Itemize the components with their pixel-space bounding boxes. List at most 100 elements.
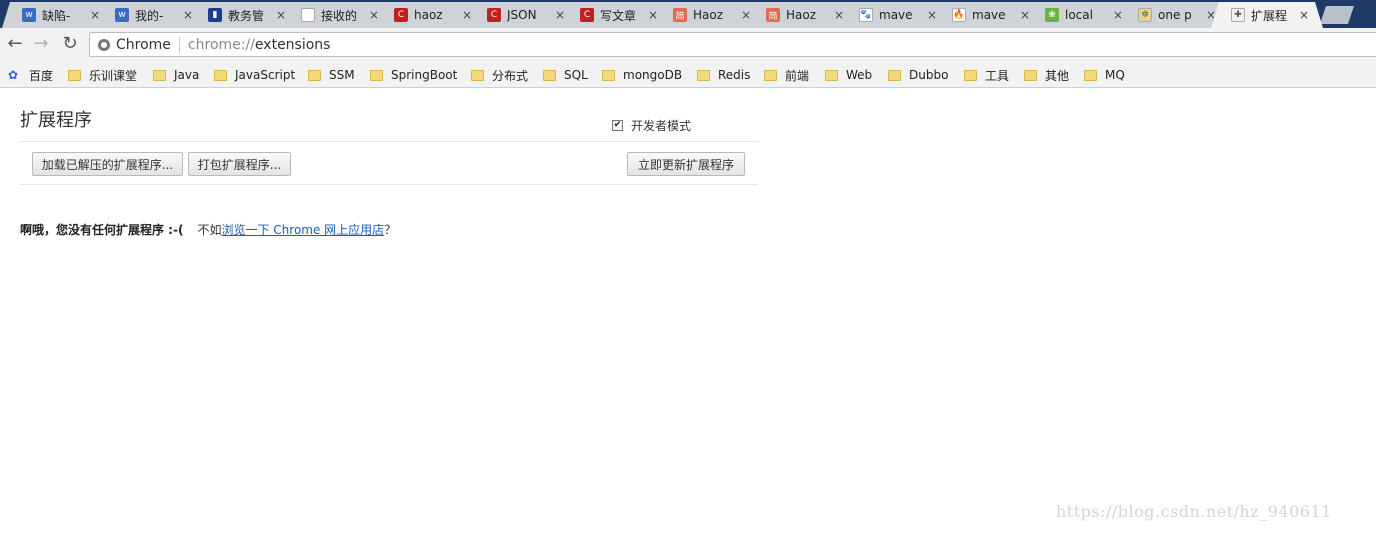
- tab-close-icon[interactable]: ×: [88, 8, 102, 22]
- tab-title: JSON: [507, 8, 537, 22]
- tab-close-icon[interactable]: ×: [739, 8, 753, 22]
- folder-icon: [964, 69, 977, 81]
- web-store-link[interactable]: 浏览一下 Chrome 网上应用店: [221, 221, 384, 238]
- bookmark-label: 分布式: [492, 68, 529, 83]
- pack-extension-button[interactable]: 打包扩展程序...: [188, 152, 291, 176]
- new-tab-button[interactable]: [1320, 6, 1354, 24]
- tab-13[interactable]: ✚ 扩展程 ×: [1211, 2, 1323, 28]
- tab-title: mave: [879, 8, 913, 22]
- folder-icon: [1084, 69, 1097, 81]
- no-extensions-text: 啊哦，您没有任何扩展程序 :-(: [20, 223, 184, 237]
- bookmark-item[interactable]: MQ: [1084, 67, 1125, 83]
- page-title: 扩展程序: [20, 110, 92, 131]
- tab-close-icon[interactable]: ×: [181, 8, 195, 22]
- bookmark-label: 百度: [29, 68, 54, 83]
- tab-favicon-icon: 简: [673, 8, 687, 22]
- address-bar[interactable]: Chrome chrome://extensions: [89, 32, 1376, 57]
- bookmark-item[interactable]: ✿ 百度: [8, 67, 53, 83]
- tab-0[interactable]: w 缺陷- ×: [2, 2, 114, 28]
- update-extensions-button[interactable]: 立即更新扩展程序: [627, 152, 745, 176]
- tab-close-icon[interactable]: ×: [925, 8, 939, 22]
- bookmark-label: Java: [174, 68, 200, 82]
- tab-favicon-icon: C: [394, 8, 408, 22]
- bookmark-label: 工具: [985, 68, 1010, 83]
- toolbar: ← → ↻ Chrome chrome://extensions: [0, 28, 1376, 61]
- tab-close-icon[interactable]: ×: [1018, 8, 1032, 22]
- tab-close-icon[interactable]: ×: [460, 8, 474, 22]
- tab-favicon-icon: 简: [766, 8, 780, 22]
- bookmark-item[interactable]: Dubbo: [888, 67, 948, 83]
- bookmark-item[interactable]: mongoDB: [602, 67, 682, 83]
- tab-title: 写文章: [600, 8, 637, 23]
- bookmark-label: Redis: [718, 68, 751, 82]
- bookmark-item[interactable]: 分布式: [471, 67, 528, 83]
- tab-title: Haoz: [786, 8, 817, 22]
- bookmark-item[interactable]: 其他: [1024, 67, 1069, 83]
- bookmark-item[interactable]: 工具: [964, 67, 1009, 83]
- bookmark-item[interactable]: Redis: [697, 67, 750, 83]
- bookmark-label: MQ: [1105, 68, 1125, 82]
- tab-close-icon[interactable]: ×: [553, 8, 567, 22]
- tab-close-icon[interactable]: ×: [367, 8, 381, 22]
- url-path: extensions: [254, 36, 331, 53]
- tab-favicon-icon: ❀: [1045, 8, 1059, 22]
- folder-icon: [308, 69, 321, 81]
- folder-icon: [825, 69, 838, 81]
- folder-icon: [543, 69, 556, 81]
- folder-icon: [370, 69, 383, 81]
- tab-strip: w 缺陷- × w 我的- × ▮ 教务管 × 接收的 × Chaoz × C JSON × C 写文章 × 简 Hao…: [0, 0, 1376, 28]
- developer-mode-checkbox[interactable]: ✔: [612, 120, 623, 131]
- bookmark-label: Web: [846, 68, 873, 82]
- back-icon[interactable]: ←: [5, 34, 25, 54]
- tab-close-icon[interactable]: ×: [1297, 8, 1311, 22]
- tab-favicon-icon: w: [22, 8, 36, 22]
- folder-icon: [153, 69, 166, 81]
- bookmark-item[interactable]: SSM: [308, 67, 355, 83]
- chrome-page-icon: [98, 38, 110, 51]
- tab-close-icon[interactable]: ×: [646, 8, 660, 22]
- bookmark-label: 前端: [785, 68, 810, 83]
- omnibox-chip: Chrome: [116, 36, 180, 53]
- bookmark-item[interactable]: SpringBoot: [370, 67, 457, 83]
- bookmark-item[interactable]: SQL: [543, 67, 588, 83]
- tab-favicon-icon: 🐾: [860, 10, 872, 20]
- bookmark-label: SpringBoot: [391, 68, 458, 82]
- divider: [20, 184, 758, 185]
- tab-title: haoz: [414, 8, 443, 22]
- bookmark-item[interactable]: Java: [153, 67, 199, 83]
- no-extensions-message: 啊哦，您没有任何扩展程序 :-( 不如 浏览一下 Chrome 网上应用店？: [20, 221, 396, 238]
- tab-close-icon[interactable]: ×: [832, 8, 846, 22]
- folder-icon: [68, 69, 81, 81]
- tab-title: local: [1065, 8, 1093, 22]
- load-unpacked-button[interactable]: 加载已解压的扩展程序...: [32, 152, 183, 176]
- tab-close-icon[interactable]: ×: [274, 8, 288, 22]
- url-scheme: chrome://: [187, 36, 255, 53]
- tab-favicon-icon: [301, 8, 315, 22]
- folder-icon: [697, 69, 710, 81]
- tab-favicon-icon: ✲: [1138, 8, 1152, 22]
- tab-favicon-icon: 🔥: [953, 10, 965, 20]
- tab-title: 扩展程: [1251, 8, 1288, 23]
- bookmark-label: SSM: [329, 68, 355, 82]
- bookmark-item[interactable]: JavaScript: [214, 67, 295, 83]
- bookmark-item[interactable]: 前端: [764, 67, 809, 83]
- developer-mode-label: 开发者模式: [631, 119, 692, 133]
- folder-icon: [602, 69, 615, 81]
- tab-title: 我的-: [135, 8, 164, 23]
- empty-prefix: 不如: [197, 223, 222, 237]
- tab-title: 缺陷-: [42, 8, 71, 23]
- tab-close-icon[interactable]: ×: [1111, 8, 1125, 22]
- bookmark-item[interactable]: Web: [825, 67, 872, 83]
- bookmark-item[interactable]: 乐训课堂: [68, 67, 137, 83]
- reload-icon[interactable]: ↻: [60, 34, 80, 54]
- folder-icon: [471, 69, 484, 81]
- forward-icon[interactable]: →: [31, 34, 51, 54]
- tab-title: mave: [972, 8, 1006, 22]
- bookmark-label: Dubbo: [909, 68, 949, 82]
- bookmark-label: mongoDB: [623, 68, 683, 82]
- folder-icon: [214, 69, 227, 81]
- developer-mode-toggle[interactable]: ✔ 开发者模式: [612, 117, 691, 134]
- bookmark-label: JavaScript: [235, 68, 296, 82]
- baidu-paw-icon: ✿: [8, 67, 19, 82]
- bookmark-label: 其他: [1045, 68, 1070, 83]
